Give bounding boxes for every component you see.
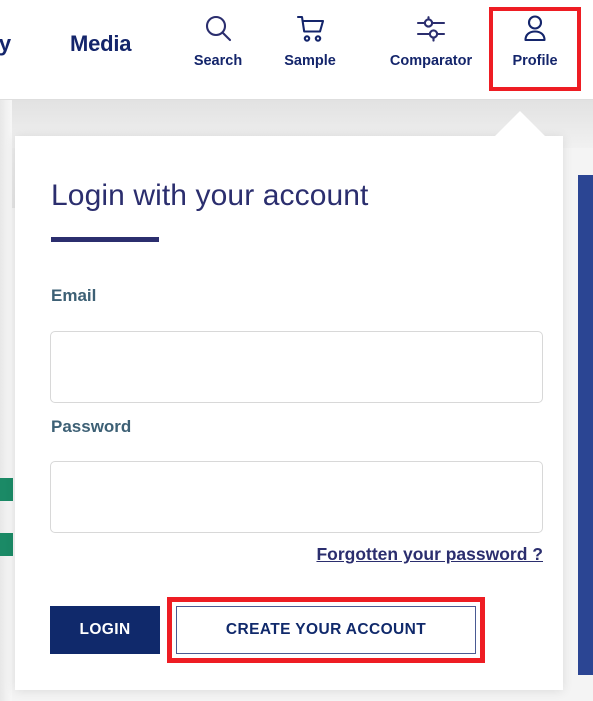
header-action-search[interactable]: Search (170, 9, 266, 81)
header-action-comparator-label: Comparator (389, 53, 473, 69)
shopping-cart-icon (262, 9, 358, 49)
background-green-marker-2 (0, 533, 13, 556)
page-title: Login with your account (51, 179, 369, 212)
background-green-marker-1 (0, 478, 13, 501)
background-blue-accent-bar (578, 175, 593, 675)
popover-arrow (494, 111, 546, 137)
password-field[interactable] (50, 461, 543, 533)
header-action-sample[interactable]: Sample (262, 9, 358, 81)
user-icon (487, 9, 583, 49)
header-action-comparator[interactable]: Comparator (376, 9, 486, 81)
create-account-button[interactable]: CREATE YOUR ACCOUNT (176, 606, 476, 654)
password-field-label: Password (51, 417, 132, 436)
nav-link-ability[interactable]: ility (0, 31, 11, 57)
sliders-icon (376, 9, 486, 49)
background-left-column (0, 100, 12, 701)
site-header: ility Media Search Sample (0, 0, 593, 100)
header-action-profile[interactable]: Profile (487, 9, 583, 81)
login-panel: Login with your account Email Password F… (15, 136, 563, 690)
screenshot-root: ility Media Search Sample (0, 0, 593, 701)
header-action-sample-label: Sample (284, 53, 336, 69)
email-field[interactable] (50, 331, 543, 403)
email-field-label: Email (51, 286, 97, 305)
title-underline-rule (51, 237, 159, 242)
search-icon (170, 9, 266, 49)
forgot-password-link[interactable]: Forgotten your password ? (316, 544, 543, 565)
header-action-search-label: Search (193, 53, 243, 69)
nav-link-media[interactable]: Media (70, 31, 132, 57)
header-action-profile-label: Profile (512, 53, 558, 69)
login-button[interactable]: LOGIN (50, 606, 160, 654)
